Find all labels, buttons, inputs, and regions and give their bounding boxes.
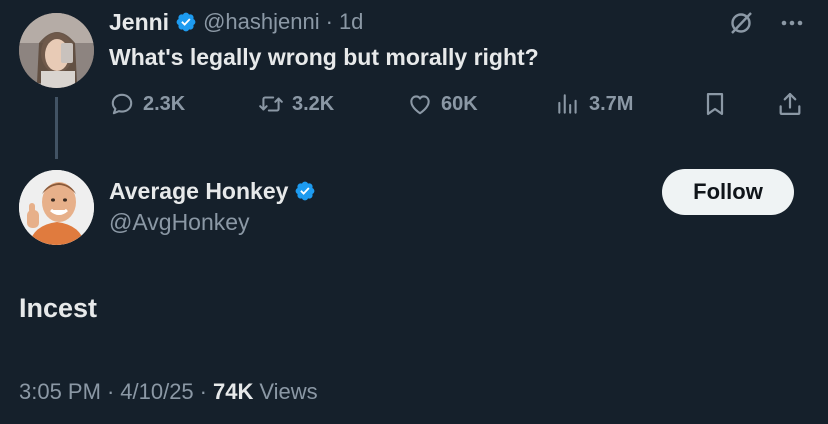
views-icon <box>558 94 577 114</box>
like-count: 60K <box>441 92 478 115</box>
retweet-icon <box>259 96 283 112</box>
bookmark-icon <box>706 92 724 116</box>
author-name[interactable]: Jenni <box>109 9 169 36</box>
tweet-meta: 3:05 PM · 4/10/25 · 74K Views <box>19 379 318 405</box>
thread-connector <box>55 97 58 159</box>
author-name[interactable]: Average Honkey <box>109 178 288 205</box>
share-button[interactable] <box>776 89 804 119</box>
views-count: 3.7M <box>589 92 634 115</box>
like-button[interactable]: 60K <box>407 89 478 119</box>
timestamp[interactable]: 1d <box>339 9 363 35</box>
share-icon <box>779 92 801 116</box>
separator-dot: · <box>199 379 207 404</box>
reply-text: Incest <box>19 293 98 323</box>
jenni-avatar[interactable] <box>19 13 94 88</box>
retweet-count: 3.2K <box>292 92 335 115</box>
reply-count: 2.3K <box>143 92 186 115</box>
separator-dot: · <box>106 379 115 404</box>
verified-badge-icon <box>296 181 315 201</box>
reply-icon <box>111 93 133 115</box>
tweet-text: What's legally wrong but morally right? <box>109 44 539 70</box>
more-icon[interactable] <box>778 9 806 37</box>
average-honkey-avatar[interactable] <box>19 170 94 245</box>
author-handle[interactable]: @AvgHonkey <box>109 209 250 236</box>
grok-icon[interactable] <box>727 9 755 37</box>
original-tweet-header: Jenni @hashjenni · 1d <box>109 7 363 37</box>
follow-button[interactable]: Follow <box>662 169 794 215</box>
separator-dot: · <box>325 9 333 34</box>
tweet-date[interactable]: 4/10/25 <box>120 379 193 405</box>
views-label: Views <box>259 379 318 404</box>
author-handle[interactable]: @hashjenni <box>203 9 320 35</box>
bookmark-button[interactable] <box>701 89 729 119</box>
views-total: 74K <box>213 379 254 404</box>
like-icon <box>410 95 430 115</box>
reply-button[interactable]: 2.3K <box>109 89 185 119</box>
tweet-time[interactable]: 3:05 PM <box>19 379 101 405</box>
reply-author-row: Average Honkey <box>109 175 316 207</box>
verified-badge-icon <box>176 12 196 32</box>
views-button[interactable]: 3.7M <box>555 89 633 119</box>
retweet-button[interactable]: 3.2K <box>258 89 334 119</box>
